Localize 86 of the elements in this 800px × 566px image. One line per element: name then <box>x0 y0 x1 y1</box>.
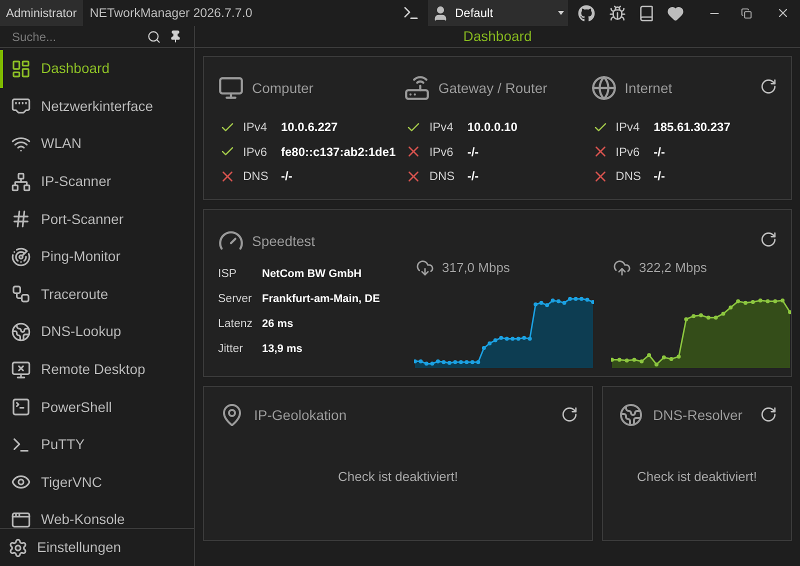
settings-item[interactable]: Einstellungen <box>0 528 194 566</box>
sidebar-item[interactable]: TigerVNC <box>0 464 194 502</box>
disabled-message: Check ist deaktiviert! <box>338 468 458 486</box>
cloud-download-icon <box>416 259 434 277</box>
field-value: NetCom BW GmbH <box>262 267 362 282</box>
sidebar-item[interactable]: Traceroute <box>0 276 194 314</box>
network-icon <box>11 172 31 192</box>
card-title: IP-Geolokation <box>254 406 347 424</box>
github-icon[interactable] <box>578 4 595 22</box>
window-title: NETworkManager 2026.7.7.0 <box>90 4 252 22</box>
download-speed: 317,0 Mbps <box>442 259 510 278</box>
sidebar-item[interactable]: Port-Scanner <box>0 200 194 238</box>
field-label: DNS <box>429 168 456 186</box>
field-label: IPv4 <box>616 119 641 136</box>
monitor-icon <box>218 75 244 101</box>
close-icon[interactable] <box>776 6 790 20</box>
field-value: 26 ms <box>262 317 294 332</box>
sidebar-item[interactable]: WLAN <box>0 125 194 163</box>
sidebar-item[interactable]: Web-Konsole <box>0 501 194 528</box>
field-label: Server <box>218 292 253 307</box>
book-icon[interactable] <box>638 4 655 22</box>
user-label: Administrator <box>0 0 83 26</box>
search-icon[interactable] <box>147 30 161 44</box>
sidebar-item[interactable]: PuTTY <box>0 426 194 464</box>
refresh-icon[interactable] <box>561 406 578 423</box>
field-value: 13,9 ms <box>262 342 302 358</box>
heart-icon[interactable] <box>667 4 684 22</box>
sidebar-item[interactable]: Ping-Monitor <box>0 238 194 276</box>
hash-icon <box>11 209 31 230</box>
field-label: DNS <box>616 168 642 186</box>
card-title: Internet <box>624 78 672 98</box>
caret-icon <box>558 11 564 15</box>
field-value: -/- <box>654 144 665 161</box>
radar-icon <box>11 246 31 267</box>
disabled-message: Check ist deaktiviert! <box>637 468 757 486</box>
card-title: Speedtest <box>252 232 316 251</box>
settings-icon <box>8 538 28 558</box>
field-value: Frankfurt-am-Main, DE <box>262 292 380 308</box>
field-label: DNS <box>243 168 270 186</box>
field-label: Latenz <box>218 316 254 332</box>
field-label: IPv6 <box>429 144 454 161</box>
field-label: IPv6 <box>243 144 268 161</box>
sidebar-item[interactable]: PowerShell <box>0 388 194 426</box>
map-pin-icon <box>220 403 244 427</box>
sidebar-item[interactable]: DNS-Lookup <box>0 313 194 351</box>
refresh-icon[interactable] <box>760 78 777 95</box>
dashboard-icon <box>11 58 31 79</box>
field-value: -/- <box>654 168 665 186</box>
field-value: fe80::c137:ab2:1de1 <box>281 144 396 161</box>
monitor-icon <box>11 360 31 380</box>
field-label: ISP <box>218 266 238 282</box>
sidebar-item[interactable]: IP-Scanner <box>0 162 194 200</box>
field-value: 185.61.30.237 <box>654 119 730 136</box>
restore-icon[interactable] <box>741 8 752 18</box>
refresh-icon[interactable] <box>760 406 777 423</box>
field-label: IPv6 <box>616 144 641 161</box>
card-title: Computer <box>252 78 314 98</box>
terminal-icon[interactable] <box>402 4 420 22</box>
user-icon <box>432 4 449 22</box>
cloud-upload-icon <box>613 259 631 277</box>
field-value: -/- <box>281 168 292 186</box>
upload-speed: 322,2 Mbps <box>639 259 707 278</box>
sidebar-item[interactable]: Netzwerkinterface <box>0 88 194 126</box>
page-title: Dashboard <box>463 27 532 46</box>
field-label: Jitter <box>218 342 244 357</box>
field-label: IPv4 <box>429 119 454 136</box>
card-title: Gateway / Router <box>438 78 548 98</box>
field-label: IPv4 <box>243 119 268 136</box>
sidebar-item[interactable]: Remote Desktop <box>0 350 194 388</box>
pin-icon[interactable] <box>169 30 182 43</box>
globe-icon <box>590 75 617 101</box>
network-card-icon <box>11 96 31 116</box>
profile-dropdown[interactable]: Default <box>428 0 568 26</box>
search-field[interactable]: Suche... <box>12 28 147 46</box>
field-value: 10.0.0.10 <box>467 119 518 136</box>
refresh-icon[interactable] <box>760 231 777 248</box>
field-value: -/- <box>467 144 479 161</box>
field-value: -/- <box>467 168 479 186</box>
window-icon <box>11 510 31 528</box>
sidebar-item[interactable]: Dashboard <box>0 50 194 88</box>
terminal-icon <box>11 397 31 418</box>
workflow-icon <box>11 284 31 304</box>
field-value: 10.0.6.227 <box>281 119 338 136</box>
card-title: DNS-Resolver <box>653 406 742 424</box>
bug-icon[interactable] <box>609 4 626 22</box>
router-icon <box>404 75 430 101</box>
